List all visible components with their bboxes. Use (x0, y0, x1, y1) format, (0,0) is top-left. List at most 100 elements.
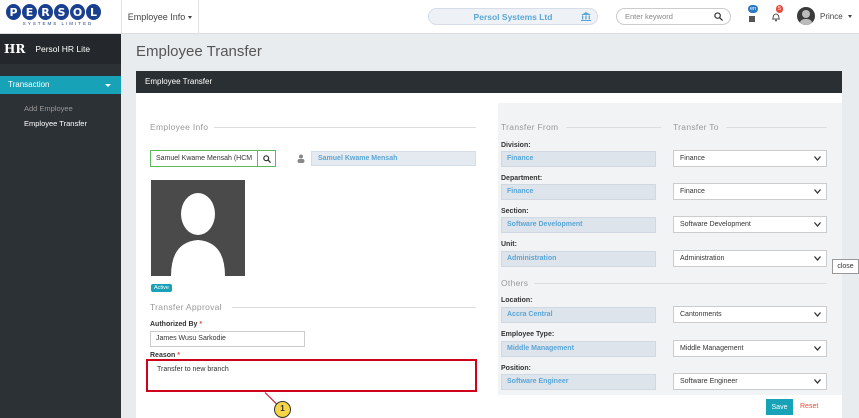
reason-label-text: Reason (150, 352, 176, 359)
unit-from-field: Administration (501, 251, 656, 267)
search-icon[interactable] (714, 12, 723, 21)
division-to-value: Finance (680, 155, 705, 162)
department-from-field: Finance (501, 184, 656, 200)
section-from-field: Software Development (501, 217, 656, 233)
search-input[interactable]: Enter keyword (616, 8, 731, 25)
section-to-value: Software Development (680, 221, 751, 228)
position-label: Position: (501, 365, 531, 372)
company-name: Persol Systems Ltd (473, 11, 553, 22)
authorized-by-label: Authorized By * (150, 321, 202, 328)
location-to-select[interactable]: Cantonments (673, 306, 827, 323)
language-switcher[interactable]: en (746, 5, 759, 24)
chevron-down-icon (814, 156, 821, 161)
employee-type-to-value: Middle Management (680, 345, 744, 352)
employee-type-label: Employee Type: (501, 331, 555, 338)
reset-link[interactable]: Reset (800, 403, 818, 410)
close-tooltip: close (832, 259, 859, 274)
chevron-down-icon (814, 222, 821, 227)
module-dropdown[interactable]: Employee Info (121, 0, 199, 34)
transfer-to-legend: Transfer To (673, 122, 719, 132)
location-from-field: Accra Central (501, 307, 656, 323)
notifications-button[interactable]: 5 (770, 5, 784, 23)
bank-icon (581, 12, 591, 21)
transfer-from-legend: Transfer From (501, 122, 559, 132)
employee-name-field: Samuel Kwame Mensah (311, 151, 476, 166)
divider (726, 127, 827, 128)
brand-hr-mark: HR (4, 42, 26, 56)
authorized-by-label-text: Authorized By (150, 321, 198, 328)
department-to-value: Finance (680, 188, 705, 195)
section-label: Section: (501, 208, 529, 215)
division-from-field: Finance (501, 151, 656, 167)
authorized-by-input[interactable]: James Wusu Sarkodie (150, 331, 305, 347)
sidebar-submenu: Add Employee Employee Transfer (0, 101, 121, 131)
persol-logo[interactable]: P E R S O L SYSTEMS LIMITED (6, 4, 110, 30)
department-to-select[interactable]: Finance (673, 183, 827, 200)
required-marker: * (199, 321, 203, 328)
user-avatar[interactable] (797, 7, 815, 25)
transfer-approval-legend: Transfer Approval (150, 302, 222, 312)
logo-letter: S (54, 4, 69, 20)
department-label: Department: (501, 175, 543, 182)
sidebar-section-transaction[interactable]: Transaction (0, 76, 121, 94)
person-silhouette-icon (171, 193, 225, 276)
language-badge: en (748, 5, 759, 13)
section-to-select[interactable]: Software Development (673, 216, 827, 233)
reason-textarea[interactable]: Transfer to new branch (146, 359, 477, 392)
caret-down-icon (847, 15, 852, 19)
sidebar: HR Persol HR Lite Transaction Add Employ… (0, 34, 121, 418)
others-legend: Others (501, 278, 529, 288)
divider (534, 283, 827, 284)
position-from-field: Software Engineer (501, 374, 656, 390)
brand-name: Persol HR Lite (35, 44, 91, 54)
unit-label: Unit: (501, 241, 517, 248)
panel-header: Employee Transfer (136, 71, 842, 93)
location-label: Location: (501, 297, 533, 304)
save-button[interactable]: Save (766, 399, 793, 415)
position-to-select[interactable]: Software Engineer (673, 373, 827, 390)
chevron-down-icon (814, 346, 821, 351)
location-to-value: Cantonments (680, 311, 722, 318)
employee-type-to-select[interactable]: Middle Management (673, 340, 827, 357)
reason-label: Reason * (150, 352, 180, 359)
chevron-down-icon (814, 379, 821, 384)
chevron-down-icon (814, 189, 821, 194)
sidebar-item-employee-transfer[interactable]: Employee Transfer (0, 116, 121, 131)
search-placeholder: Enter keyword (625, 12, 673, 21)
logo-tagline: SYSTEMS LIMITED (22, 21, 94, 26)
sidebar-item-add-employee[interactable]: Add Employee (0, 101, 121, 116)
position-to-value: Software Engineer (680, 378, 738, 385)
division-to-select[interactable]: Finance (673, 150, 827, 167)
user-name: Prince (820, 12, 843, 21)
logo-letter: O (70, 4, 85, 20)
search-icon (262, 154, 271, 163)
employee-search-button[interactable] (257, 150, 276, 167)
notification-count-badge: 5 (776, 5, 784, 13)
division-label: Division: (501, 142, 531, 149)
logo-letter: P (6, 4, 21, 20)
unit-to-value: Administration (680, 255, 725, 262)
callout-marker: 1 (274, 401, 291, 418)
unit-to-select[interactable]: Administration (673, 250, 827, 267)
sidebar-section-label: Transaction (8, 80, 50, 89)
required-marker: * (177, 352, 180, 359)
logo-letter: R (38, 4, 53, 20)
company-selector[interactable]: Persol Systems Ltd (428, 8, 598, 25)
divider (214, 127, 476, 128)
divider (566, 127, 661, 128)
chevron-down-icon (814, 256, 821, 261)
employee-photo (151, 180, 245, 276)
user-icon (297, 154, 305, 163)
status-badge: Active (151, 284, 172, 292)
page-title: Employee Transfer (136, 43, 262, 60)
module-dropdown-label: Employee Info (127, 12, 186, 22)
divider (232, 307, 476, 308)
logo-letter: E (22, 4, 37, 20)
user-menu[interactable]: Prince (820, 12, 852, 21)
employee-type-from-field: Middle Management (501, 341, 656, 357)
caret-down-icon (188, 15, 193, 19)
caret-down-icon (105, 84, 111, 87)
top-bar: P E R S O L SYSTEMS LIMITED Employee Inf… (0, 0, 859, 34)
logo-letter: L (86, 4, 101, 20)
chevron-down-icon (814, 312, 821, 317)
